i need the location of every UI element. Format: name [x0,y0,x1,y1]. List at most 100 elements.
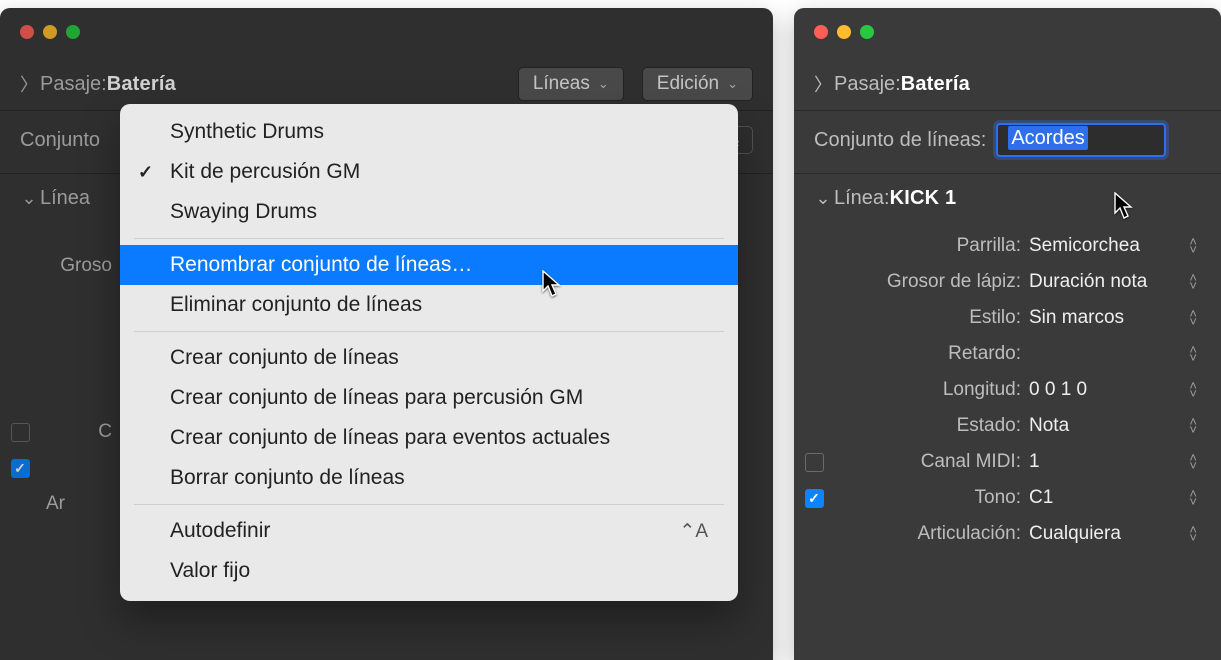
stepper-icon[interactable]: ˄˅ [1189,382,1201,398]
menu-item-label: Valor fijo [170,559,250,583]
stepper-icon[interactable]: ˄˅ [1189,526,1201,542]
passage-value: Batería [901,73,970,96]
menu-item-label: Crear conjunto de líneas para percusión … [170,386,583,410]
lineset-label: Conjunto de líneas: [812,129,986,152]
menu-separator [134,238,724,239]
stepper-icon[interactable]: ˄˅ [1189,454,1201,470]
window-traffic-lights [794,8,1221,58]
param-length[interactable]: Longitud: 0 0 1 0 ˄˅ [794,372,1221,408]
param-name: Estado: [834,415,1029,437]
close-dot-icon[interactable] [20,25,34,39]
param-pitch[interactable]: ✓ Tono: C1 ˄˅ [794,480,1221,516]
param-value: C1 [1029,487,1189,509]
articulation-label-trunc: Ar [0,493,120,515]
menu-item-fixed-value[interactable]: Valor fijo [120,551,738,591]
lineset-name-value: Acordes [1008,126,1087,150]
menu-item-preset[interactable]: ✓ Kit de percusión GM [120,152,738,192]
midi-channel-checkbox[interactable] [11,423,30,442]
menu-item-label: Kit de percusión GM [170,160,360,184]
stepper-icon[interactable]: ˄˅ [1189,490,1201,506]
close-dot-icon[interactable] [814,25,828,39]
param-value: Sin marcos [1029,307,1189,329]
menu-item-create-lineset-current[interactable]: Crear conjunto de líneas para eventos ac… [120,418,738,458]
pencil-width-label-trunc: Groso [0,255,120,277]
param-name: Retardo: [834,343,1029,365]
param-name: Longitud: [834,379,1029,401]
midi-channel-label-trunc: C [40,421,120,443]
param-style[interactable]: Estilo: Sin marcos ˄˅ [794,300,1221,336]
stepper-icon[interactable]: ˄˅ [1189,418,1201,434]
lines-popup-button[interactable]: Líneas ⌄ [518,67,624,101]
minimize-dot-icon[interactable] [837,25,851,39]
chevron-down-icon: ⌄ [598,76,609,92]
stepper-icon[interactable]: ˄˅ [1189,346,1201,362]
midi-channel-checkbox[interactable] [805,453,824,472]
param-value: Nota [1029,415,1189,437]
zoom-dot-icon[interactable] [66,25,80,39]
param-value: 0 0 1 0 [1029,379,1189,401]
line-label: Línea: [834,187,890,210]
param-articulation[interactable]: Articulación: Cualquiera ˄˅ [794,516,1221,552]
param-name: Parrilla: [834,235,1029,257]
menu-item-preset[interactable]: Synthetic Drums [120,112,738,152]
edit-popup-button[interactable]: Edición ⌄ [642,67,753,101]
param-name: Articulación: [834,523,1029,545]
line-value: KICK 1 [890,187,957,210]
menu-separator [134,504,724,505]
param-status[interactable]: Estado: Nota ˄˅ [794,408,1221,444]
menu-item-clear-lineset[interactable]: Borrar conjunto de líneas [120,458,738,498]
lineset-context-menu: Synthetic Drums ✓ Kit de percusión GM Sw… [120,104,738,601]
param-grid[interactable]: Parrilla: Semicorchea ˄˅ [794,228,1221,264]
param-value: Semicorchea [1029,235,1189,257]
menu-item-create-lineset-gm[interactable]: Crear conjunto de líneas para percusión … [120,378,738,418]
menu-item-label: Synthetic Drums [170,120,324,144]
line-label-trunc: Línea [40,187,90,210]
minimize-dot-icon[interactable] [43,25,57,39]
param-name: Estilo: [834,307,1029,329]
lines-popup-label: Líneas [533,73,590,95]
param-value: Cualquiera [1029,523,1189,545]
menu-item-delete-lineset[interactable]: Eliminar conjunto de líneas [120,285,738,325]
param-pencil-width[interactable]: Grosor de lápiz: Duración nota ˄˅ [794,264,1221,300]
pitch-checkbox[interactable]: ✓ [805,489,824,508]
menu-item-autodefine[interactable]: Autodefinir ⌃A [120,511,738,551]
param-value: 1 [1029,451,1189,473]
pitch-checkbox[interactable]: ✓ [11,459,30,478]
menu-item-label: Borrar conjunto de líneas [170,466,405,490]
edit-popup-label: Edición [657,73,719,95]
disclosure-right-icon[interactable]: 〉 [18,71,40,97]
menu-item-create-lineset[interactable]: Crear conjunto de líneas [120,338,738,378]
param-name: Tono: [834,487,1029,509]
lineset-label-trunc: Conjunto [18,129,100,152]
stepper-icon[interactable]: ˄˅ [1189,274,1201,290]
param-value: Duración nota [1029,271,1189,293]
zoom-dot-icon[interactable] [860,25,874,39]
menu-item-label: Swaying Drums [170,200,317,224]
passage-label: Pasaje: [40,73,107,96]
param-delay[interactable]: Retardo: ˄˅ [794,336,1221,372]
disclosure-down-icon[interactable]: ⌄ [18,188,40,209]
menu-separator [134,331,724,332]
menu-item-preset[interactable]: Swaying Drums [120,192,738,232]
window-traffic-lights [0,8,773,58]
menu-item-shortcut: ⌃A [679,520,708,543]
disclosure-down-icon[interactable]: ⌄ [812,188,834,209]
param-name: Canal MIDI: [834,451,1029,473]
param-name: Grosor de lápiz: [834,271,1029,293]
param-midi-channel[interactable]: Canal MIDI: 1 ˄˅ [794,444,1221,480]
menu-item-label: Eliminar conjunto de líneas [170,293,422,317]
left-window: 〉 Pasaje: Batería Líneas ⌄ Edición ⌄ Con… [0,8,773,660]
chevron-down-icon: ⌄ [727,76,738,92]
passage-label: Pasaje: [834,73,901,96]
disclosure-right-icon[interactable]: 〉 [812,71,834,97]
menu-item-label: Renombrar conjunto de líneas… [170,253,472,277]
stepper-icon[interactable]: ˄˅ [1189,310,1201,326]
menu-item-label: Crear conjunto de líneas para eventos ac… [170,426,610,450]
checkmark-icon: ✓ [138,162,153,183]
passage-value: Batería [107,73,176,96]
menu-item-label: Crear conjunto de líneas [170,346,399,370]
stepper-icon[interactable]: ˄˅ [1189,238,1201,254]
right-window: 〉 Pasaje: Batería Conjunto de líneas: Ac… [794,8,1221,660]
menu-item-rename-lineset[interactable]: Renombrar conjunto de líneas… [120,245,738,285]
lineset-name-input[interactable]: Acordes [996,123,1166,157]
